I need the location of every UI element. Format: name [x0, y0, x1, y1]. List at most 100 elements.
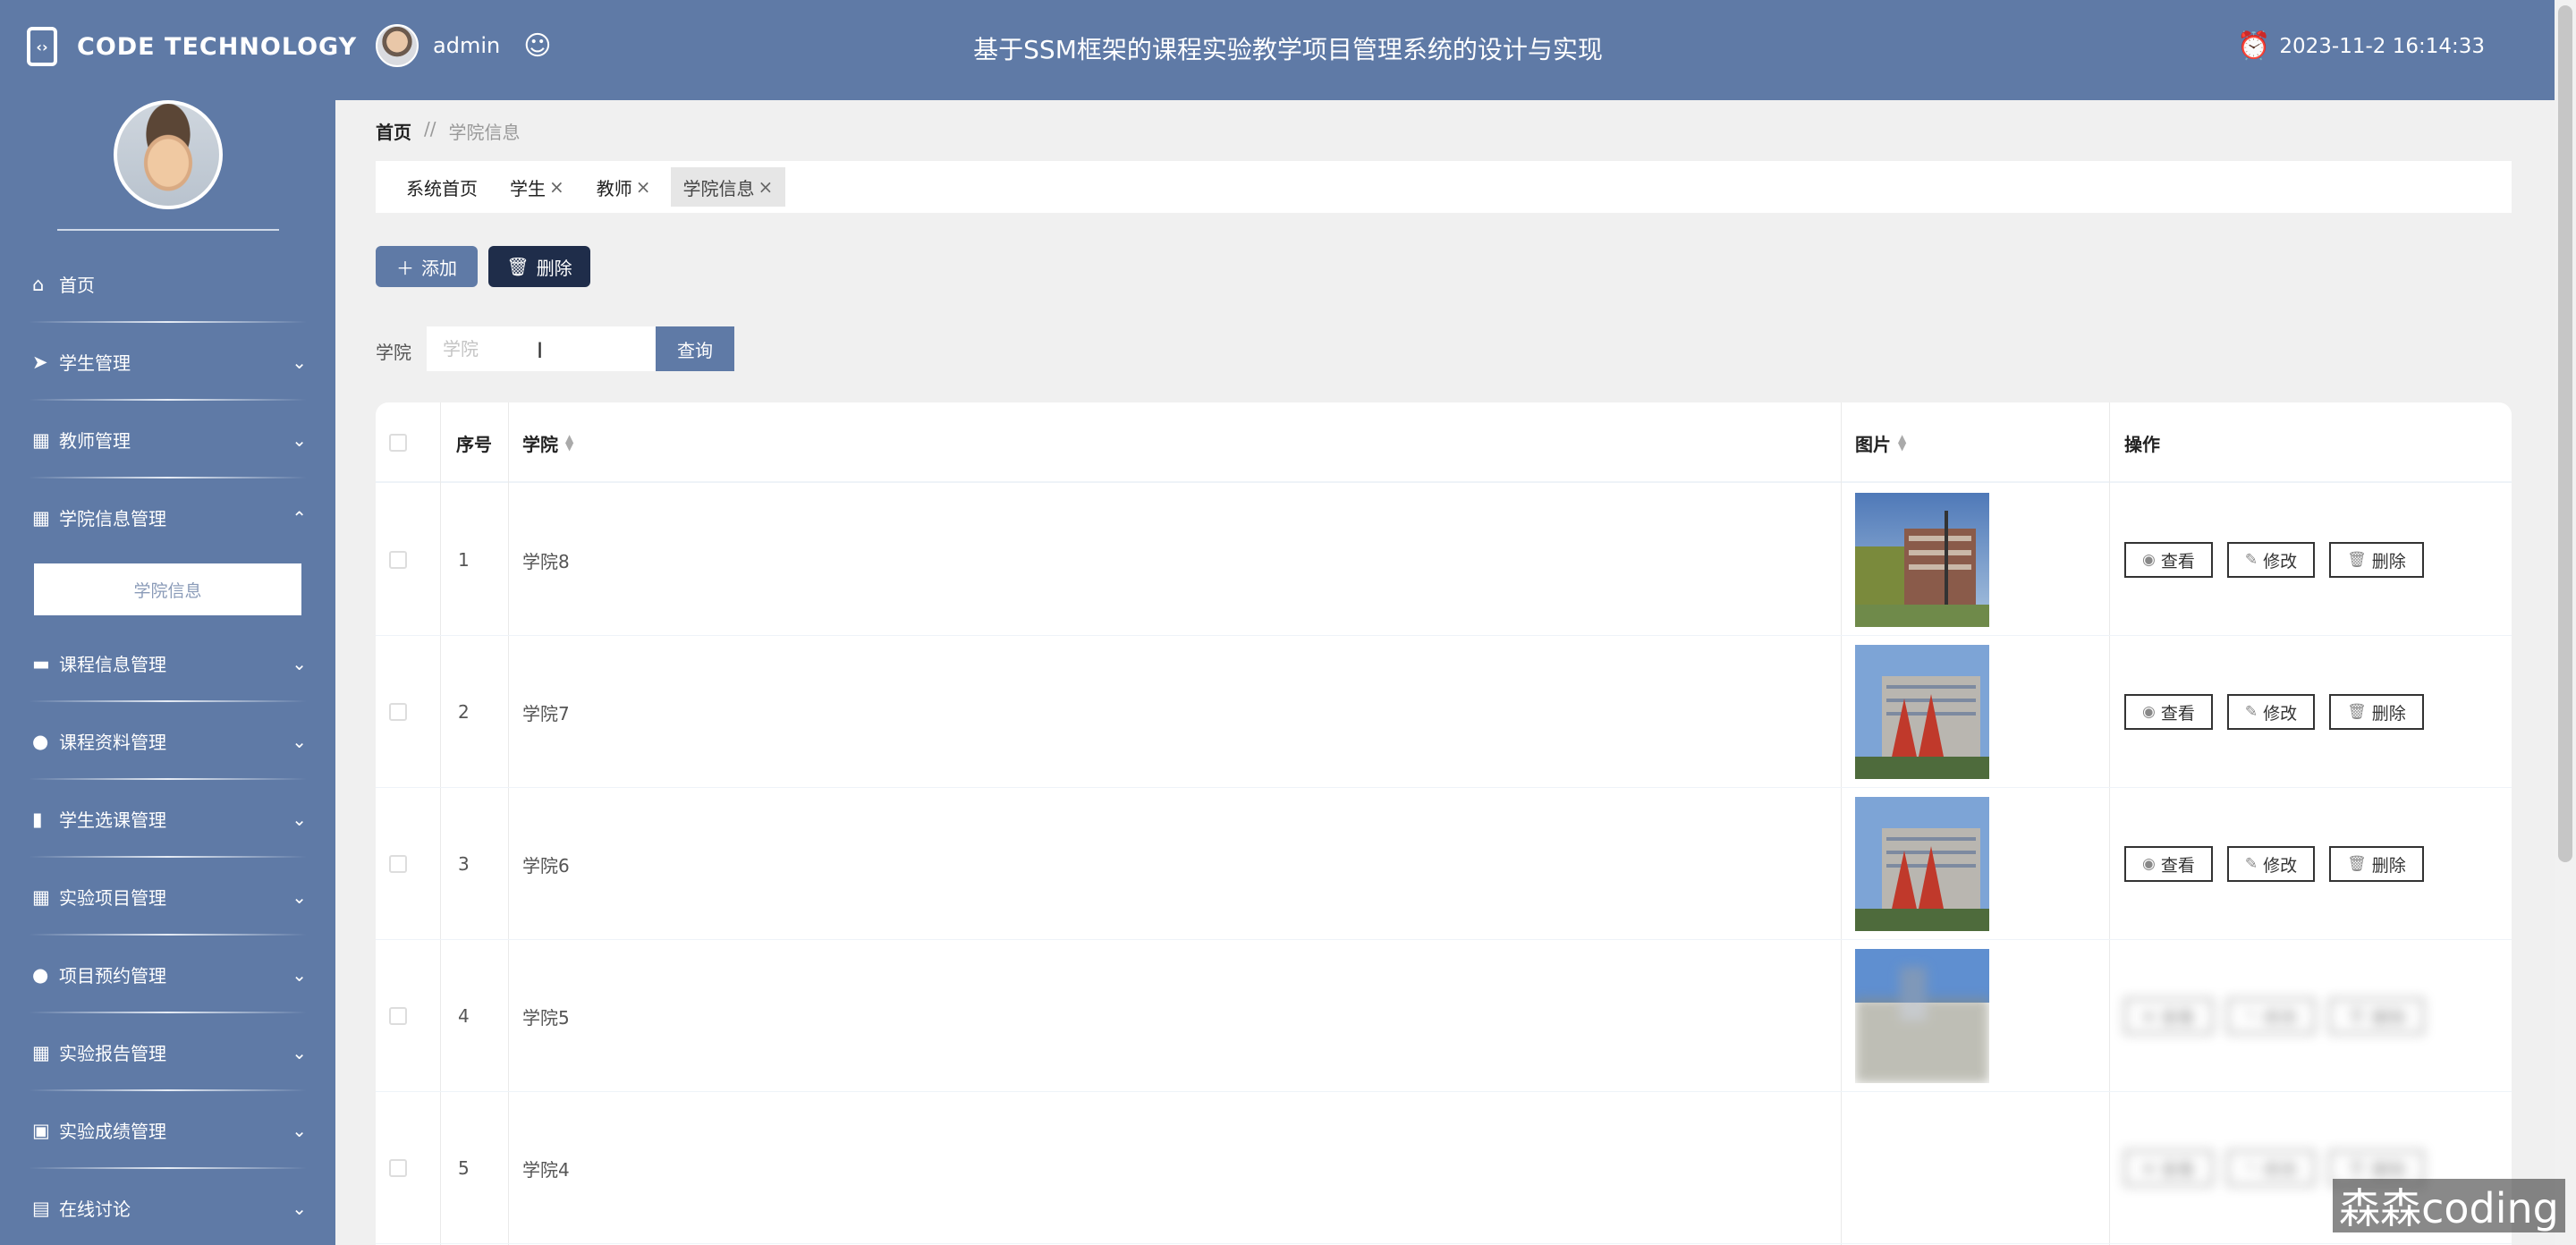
- edit-button[interactable]: ✎ 修改: [2226, 542, 2316, 578]
- row-image-cell: [1855, 788, 1989, 940]
- trash-icon: 🗑: [2347, 1007, 2367, 1025]
- sidebar-item-grades[interactable]: ▣ 实验成绩管理 ⌄: [0, 1091, 335, 1169]
- column-header-college[interactable]: 学院 ▲ ▼: [522, 402, 573, 483]
- college-photo[interactable]: [1855, 645, 1989, 779]
- tab-home[interactable]: 系统首页: [394, 167, 490, 207]
- view-label: 查看: [2160, 551, 2195, 572]
- delete-label: 删除: [2371, 703, 2406, 724]
- row-checkbox[interactable]: [389, 1007, 407, 1025]
- sidebar-item-label: 项目预约管理: [59, 965, 166, 987]
- search-label: 学院: [376, 342, 411, 363]
- row-actions: ◉ 查看 ✎ 修改 🗑 删除: [2124, 484, 2424, 636]
- row-select-cell: [389, 1092, 407, 1244]
- chevron-up-icon: ⌃: [292, 506, 307, 529]
- tab-students[interactable]: 学生 ×: [497, 167, 577, 207]
- row-image-cell: [1855, 940, 1989, 1092]
- sidebar-item-course-materials[interactable]: ● 课程资料管理 ⌄: [0, 702, 335, 780]
- sidebar-item-experiments[interactable]: ▦ 实验项目管理 ⌄: [0, 858, 335, 936]
- submenu-item-college-info[interactable]: 学院信息: [34, 563, 301, 615]
- delete-button[interactable]: 🗑 删除: [2329, 998, 2424, 1034]
- close-icon[interactable]: ×: [549, 176, 564, 198]
- view-button[interactable]: ◉ 查看: [2124, 998, 2213, 1034]
- edit-button[interactable]: ✎ 修改: [2226, 1150, 2316, 1186]
- table-row[interactable]: 4 学院5 ◉ 查看 ✎ 修改 🗑 删除: [376, 940, 2512, 1092]
- edit-button[interactable]: ✎ 修改: [2226, 998, 2316, 1034]
- delete-button[interactable]: 🗑 删除: [2329, 542, 2424, 578]
- sort-icon[interactable]: ▲ ▼: [1898, 433, 1906, 452]
- row-actions: ◉ 查看 ✎ 修改 🗑 删除: [2124, 788, 2424, 940]
- sidebar-item-reservations[interactable]: ● 项目预约管理 ⌄: [0, 936, 335, 1013]
- row-college: 学院4: [522, 1158, 570, 1181]
- scrollbar[interactable]: [2555, 0, 2576, 1245]
- view-button[interactable]: ◉ 查看: [2124, 1150, 2213, 1186]
- table-row[interactable]: 3 学院6 ◉ 查看 ✎ 修改 🗑 删除: [376, 788, 2512, 940]
- view-button[interactable]: ◉ 查看: [2124, 542, 2213, 578]
- row-image-cell: [1855, 636, 1989, 788]
- view-label: 查看: [2160, 1159, 2195, 1180]
- column-header-image[interactable]: 图片 ▲ ▼: [1855, 402, 1906, 483]
- sidebar-item-label: 实验成绩管理: [59, 1121, 166, 1142]
- sidebar-item-label: 学生管理: [59, 352, 131, 374]
- column-header-label: 图片: [1855, 433, 1891, 455]
- delete-button[interactable]: 🗑 删除: [2329, 846, 2424, 882]
- add-button[interactable]: ＋ 添加: [376, 246, 478, 287]
- view-button[interactable]: ◉ 查看: [2124, 846, 2213, 882]
- clock: ⏰ 2023-11-2 16:14:33: [2237, 30, 2485, 62]
- scrollbar-thumb[interactable]: [2558, 5, 2572, 862]
- college-photo[interactable]: [1855, 797, 1989, 931]
- select-all-cell: [389, 402, 407, 483]
- trash-icon: 🗑: [2347, 703, 2367, 721]
- sidebar-item-courses[interactable]: ▬ 课程信息管理 ⌄: [0, 624, 335, 702]
- sidebar-item-college-info[interactable]: ▦ 学院信息管理 ⌃: [0, 479, 335, 556]
- select-all-checkbox[interactable]: [389, 434, 407, 452]
- row-checkbox[interactable]: [389, 855, 407, 873]
- breadcrumb-current: 学院信息: [448, 122, 521, 143]
- sidebar-item-students[interactable]: ➤ 学生管理 ⌄: [0, 323, 335, 401]
- close-icon[interactable]: ×: [758, 176, 774, 198]
- bar-chart-icon: ▮: [32, 808, 43, 830]
- tab-label: 系统首页: [406, 177, 478, 199]
- row-checkbox[interactable]: [389, 703, 407, 721]
- table-row[interactable]: 5 学院4 ◉ 查看 ✎ 修改 🗑 删除: [376, 1092, 2512, 1244]
- tab-teachers[interactable]: 教师 ×: [584, 167, 664, 207]
- sidebar-item-reports[interactable]: ▦ 实验报告管理 ⌄: [0, 1013, 335, 1091]
- tab-college-info[interactable]: 学院信息 ×: [670, 167, 786, 207]
- sort-icon[interactable]: ▲ ▼: [565, 433, 573, 452]
- plus-icon: ＋: [396, 257, 414, 279]
- sidebar-item-course-selection[interactable]: ▮ 学生选课管理 ⌄: [0, 780, 335, 858]
- sidebar-item-label: 实验项目管理: [59, 887, 166, 909]
- row-checkbox[interactable]: [389, 1159, 407, 1177]
- breadcrumb-home[interactable]: 首页: [376, 118, 411, 144]
- sidebar-item-label: 首页: [59, 275, 95, 296]
- row-select-cell: [389, 484, 407, 636]
- sidebar-item-label: 教师管理: [59, 430, 131, 452]
- clipboard-icon: ▣: [32, 1119, 50, 1141]
- delete-label: 删除: [2371, 855, 2406, 876]
- close-icon[interactable]: ×: [636, 176, 651, 198]
- query-button[interactable]: 查询: [656, 326, 734, 371]
- sidebar-item-label: 课程信息管理: [59, 654, 166, 675]
- college-photo[interactable]: [1855, 493, 1989, 627]
- college-photo[interactable]: [1855, 949, 1989, 1083]
- table-row[interactable]: 2 学院7 ◉ 查看 ✎ 修改 🗑 删除: [376, 636, 2512, 788]
- data-table: 序号 学院 ▲ ▼ 图片 ▲ ▼ 操作 1 学院8 ◉ 查看 ✎ 修改 🗑 删除…: [376, 402, 2512, 1245]
- sidebar-item-teachers[interactable]: ▦ 教师管理 ⌄: [0, 401, 335, 479]
- edit-button[interactable]: ✎ 修改: [2226, 694, 2316, 730]
- chevron-down-icon: ⌄: [292, 652, 307, 674]
- sidebar-item-label: 在线讨论: [59, 1198, 131, 1220]
- chat-icon: ▬: [32, 652, 50, 674]
- view-button[interactable]: ◉ 查看: [2124, 694, 2213, 730]
- batch-delete-button[interactable]: 🗑 删除: [488, 246, 590, 287]
- row-checkbox[interactable]: [389, 551, 407, 569]
- eye-icon: ◉: [2142, 855, 2156, 873]
- delete-button[interactable]: 🗑 删除: [2329, 694, 2424, 730]
- sidebar-item-discussion[interactable]: ▤ 在线讨论 ⌄: [0, 1169, 335, 1245]
- pencil-icon: ✎: [2244, 1007, 2258, 1025]
- table-row[interactable]: 1 学院8 ◉ 查看 ✎ 修改 🗑 删除: [376, 484, 2512, 636]
- grid-icon: ▦: [32, 428, 50, 451]
- pencil-icon: ✎: [2244, 1159, 2258, 1177]
- edit-button[interactable]: ✎ 修改: [2226, 846, 2316, 882]
- chevron-down-icon: ⌄: [292, 963, 307, 986]
- sidebar-item-home[interactable]: ⌂ 首页: [0, 245, 335, 323]
- sidebar-avatar: [114, 100, 223, 209]
